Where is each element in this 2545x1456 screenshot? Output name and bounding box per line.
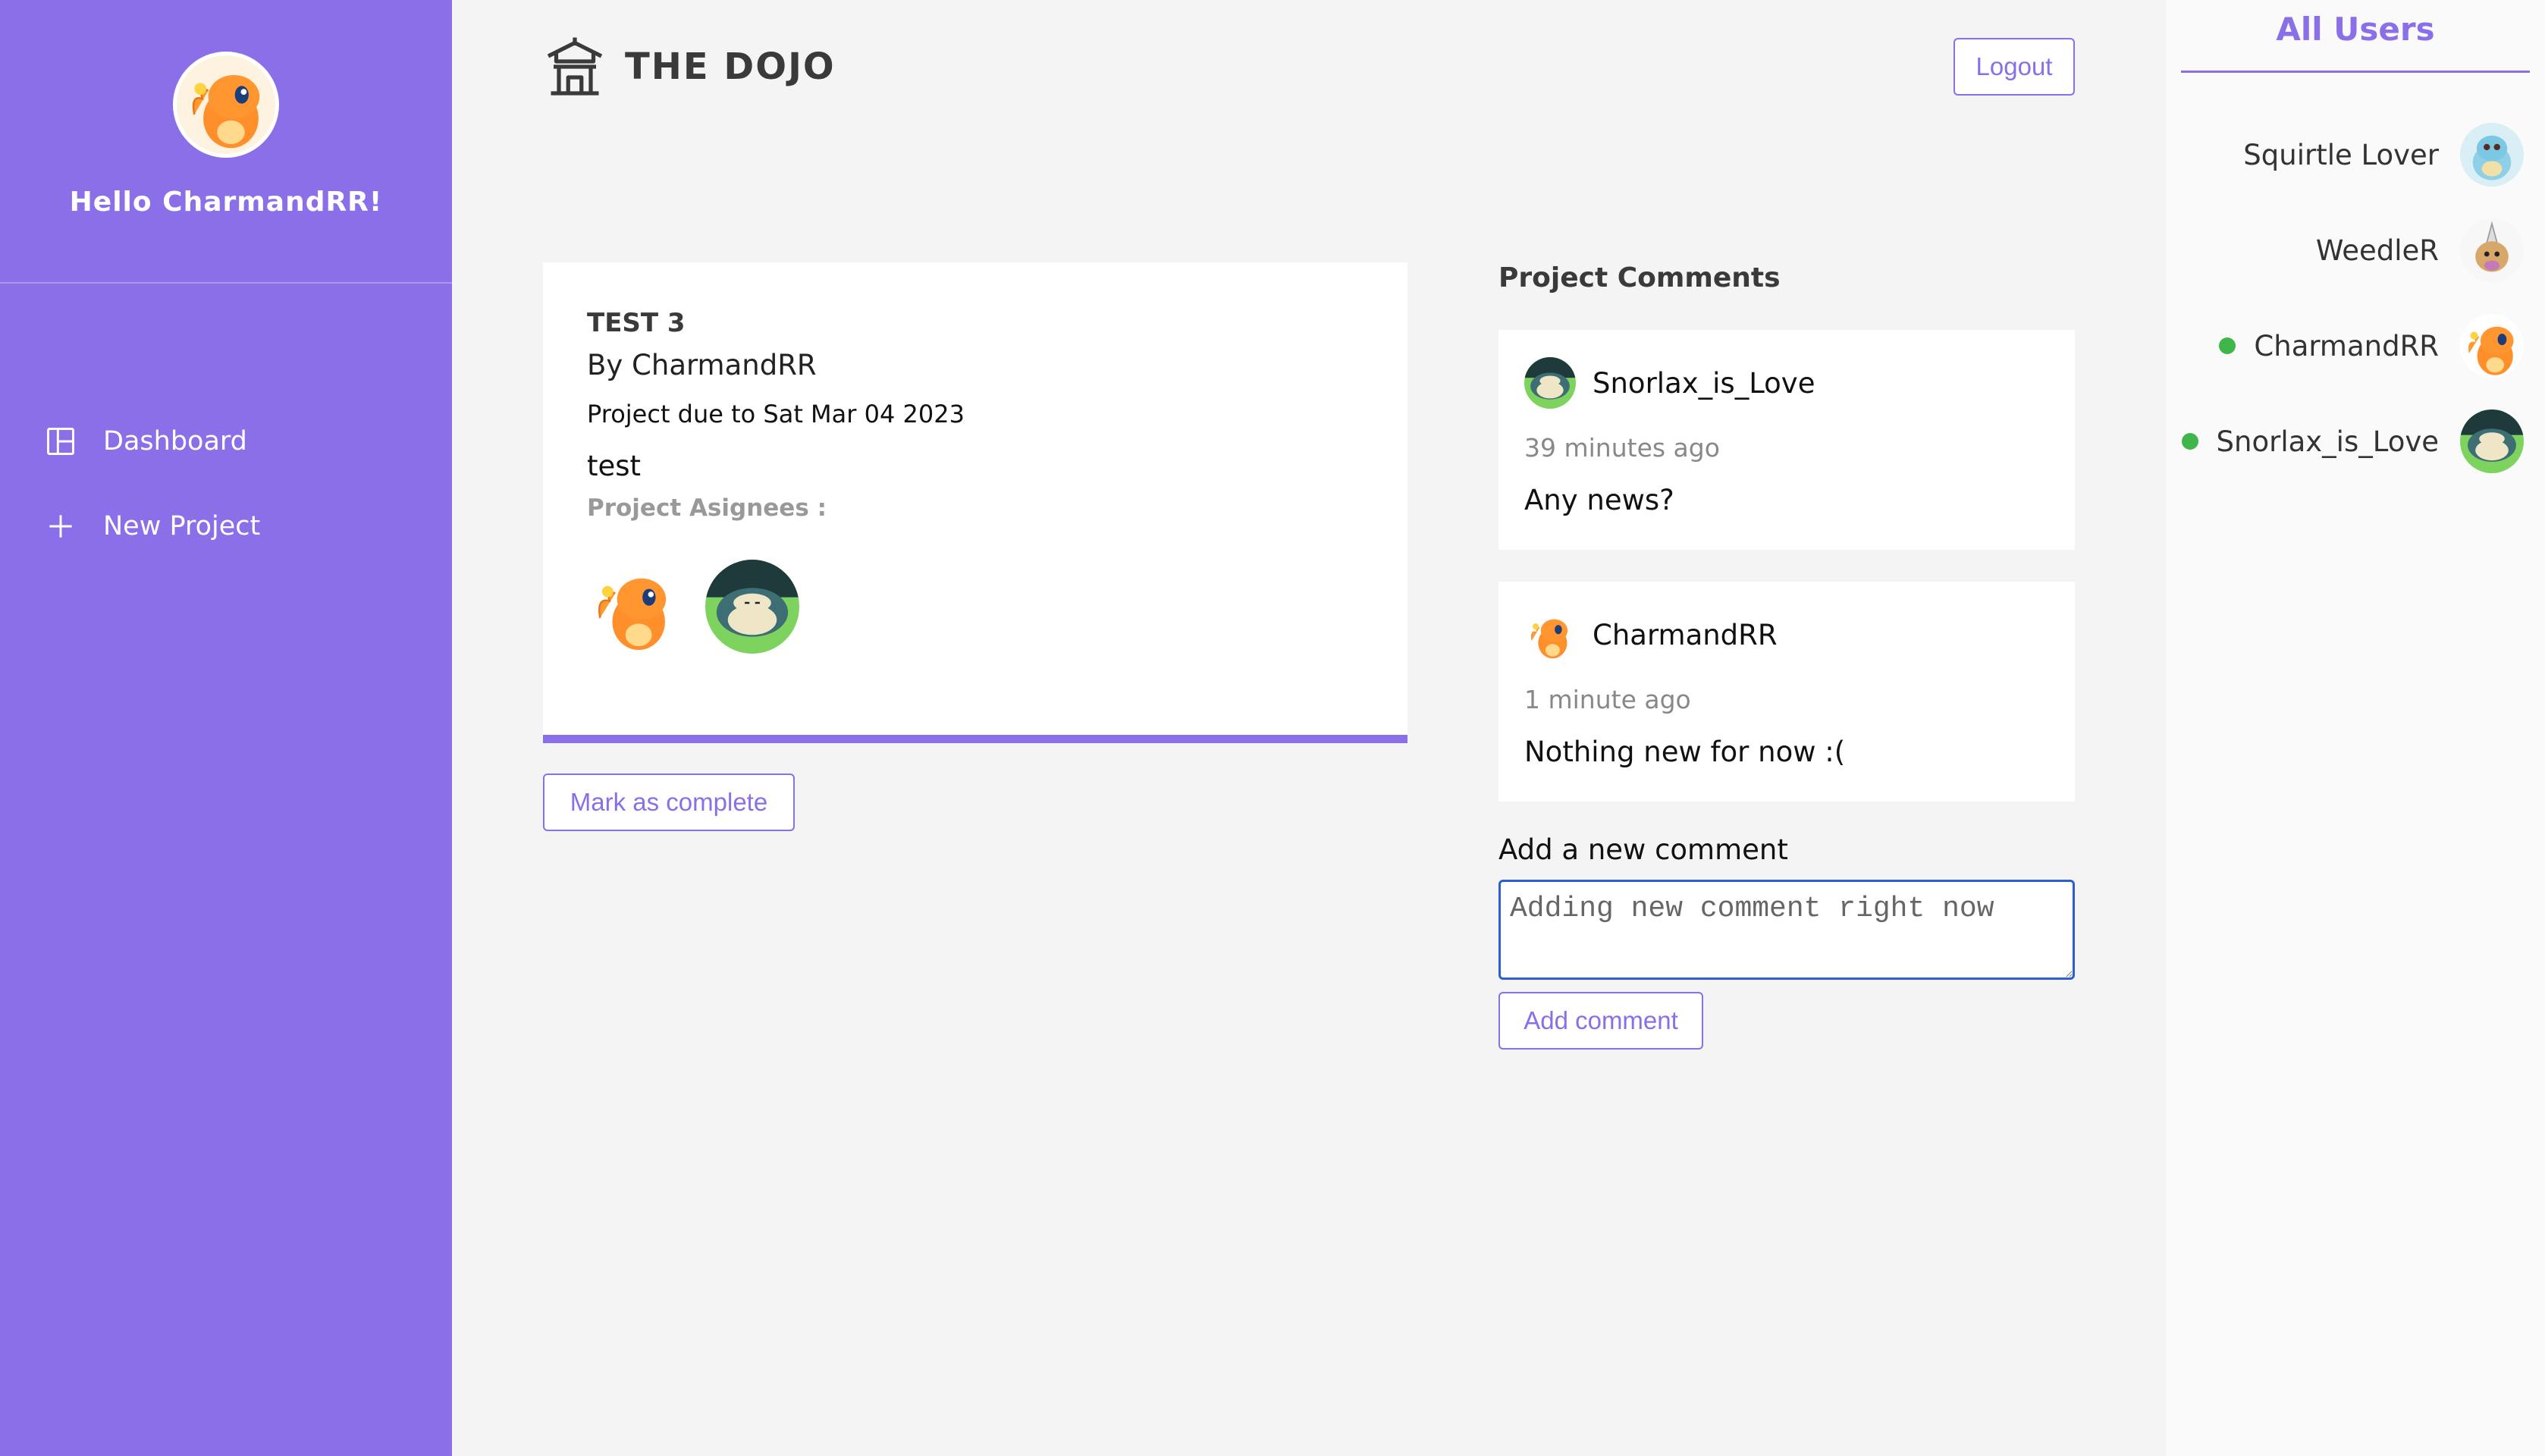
add-comment-label: Add a new comment (1498, 833, 1788, 866)
greeting-text: Hello CharmandRR! (69, 187, 383, 218)
charmander-avatar-icon (2460, 314, 2524, 378)
sidebar-item-label: New Project (103, 511, 261, 541)
comment-author: Snorlax_is_Love (1593, 366, 1815, 400)
user-list-item[interactable]: CharmandRR (2166, 314, 2545, 378)
comment-body: Nothing new for now :( (1524, 736, 1846, 768)
charmander-avatar-icon (587, 560, 681, 654)
sidebar-user-section: Hello CharmandRR! (0, 0, 452, 284)
user-list-item[interactable]: WeedleR (2166, 218, 2545, 282)
charmander-avatar-icon (173, 52, 279, 158)
online-status-icon (2219, 337, 2236, 354)
comment-body: Any news? (1524, 484, 1674, 516)
project-assignees (587, 560, 1364, 654)
charmander-avatar-icon (1524, 609, 1576, 661)
sidebar-nav: Dashboard New Project (0, 284, 452, 554)
project-author: By CharmandRR (587, 349, 817, 381)
comments-heading: Project Comments (1498, 262, 1781, 293)
online-status-icon (2181, 433, 2198, 450)
temple-icon (543, 35, 607, 99)
project-assignees-label: Project Asignees : (587, 494, 827, 522)
sidebar-item-label: Dashboard (103, 426, 247, 457)
comment-input[interactable]: Adding new comment right now (1498, 880, 2075, 980)
project-due-date: Project due to Sat Mar 04 2023 (587, 400, 965, 428)
comment-header: Snorlax_is_Love (1524, 357, 2049, 409)
user-list-item[interactable]: Squirtle Lover (2166, 123, 2545, 187)
sidebar-item-dashboard[interactable]: Dashboard (0, 414, 452, 469)
snorlax-avatar-icon (1524, 357, 1576, 409)
comment-author: CharmandRR (1593, 618, 1778, 651)
logout-button[interactable]: Logout (1953, 38, 2075, 96)
user-list: Squirtle Lover WeedleR CharmandRR Snorla… (2166, 73, 2545, 473)
project-title: TEST 3 (587, 308, 686, 338)
comment-time: 39 minutes ago (1524, 433, 1720, 463)
users-heading: All Users (2181, 0, 2530, 73)
user-name: Snorlax_is_Love (2216, 425, 2439, 458)
project-comments: Project Comments Snorlax_is_Love 39 minu… (1498, 262, 2075, 1050)
plus-icon (44, 510, 77, 543)
top-bar: THE DOJO Logout (543, 29, 2075, 105)
comment-card: CharmandRR 1 minute ago Nothing new for … (1498, 582, 2075, 802)
add-comment-button[interactable]: Add comment (1498, 992, 1703, 1050)
comment-time: 1 minute ago (1524, 685, 1691, 714)
mark-complete-button[interactable]: Mark as complete (543, 774, 795, 831)
comment-card: Snorlax_is_Love 39 minutes ago Any news? (1498, 330, 2075, 550)
user-name: WeedleR (2315, 234, 2439, 267)
app-root: Hello CharmandRR! Dashboard New Project … (0, 0, 2545, 1456)
project-description: test (587, 450, 642, 482)
sidebar: Hello CharmandRR! Dashboard New Project (0, 0, 452, 1456)
project-card: TEST 3 By CharmandRR Project due to Sat … (543, 262, 1407, 743)
squirtle-avatar-icon (2460, 123, 2524, 187)
snorlax-avatar-icon (2460, 410, 2524, 473)
user-name: CharmandRR (2254, 329, 2439, 362)
comment-header: CharmandRR (1524, 609, 2049, 661)
main-content: THE DOJO Logout TEST 3 By CharmandRR Pro… (452, 0, 2166, 1456)
users-panel: All Users Squirtle Lover WeedleR Charman… (2166, 0, 2545, 1456)
dashboard-icon (44, 425, 77, 458)
weedle-avatar-icon (2460, 218, 2524, 282)
snorlax-avatar-icon (705, 560, 799, 654)
brand-title: THE DOJO (625, 46, 836, 88)
user-list-item[interactable]: Snorlax_is_Love (2166, 410, 2545, 473)
user-name: Squirtle Lover (2243, 138, 2439, 171)
brand: THE DOJO (543, 29, 836, 105)
sidebar-item-new-project[interactable]: New Project (0, 499, 452, 554)
